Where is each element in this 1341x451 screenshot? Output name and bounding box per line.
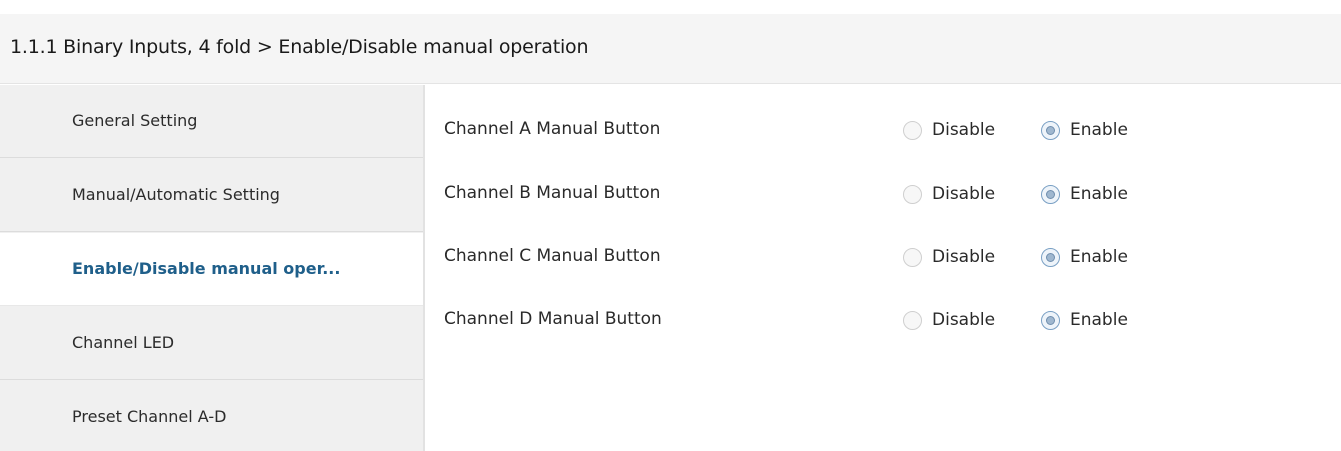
sidebar-item-preset-channel[interactable]: Preset Channel A-D (0, 381, 423, 451)
radio-unchecked-icon[interactable] (903, 311, 922, 330)
sidebar-item-label: Channel LED (72, 333, 175, 352)
parameter-row-channel-c: Channel C Manual Button Disable Enable (425, 236, 1341, 276)
parameter-label: Channel A Manual Button (444, 119, 661, 139)
parameter-row-channel-b: Channel B Manual Button Disable Enable (425, 173, 1341, 213)
radio-checked-icon[interactable] (1041, 185, 1060, 204)
radio-label: Enable (1070, 120, 1128, 140)
sidebar-item-channel-led[interactable]: Channel LED (0, 307, 423, 380)
sidebar-item-label: Enable/Disable manual oper... (72, 259, 341, 278)
sidebar-item-label: Manual/Automatic Setting (72, 185, 280, 204)
sidebar: General Setting Manual/Automatic Setting… (0, 85, 425, 451)
radio-checked-icon[interactable] (1041, 311, 1060, 330)
page-title: 1.1.1 Binary Inputs, 4 fold > Enable/Dis… (10, 36, 589, 58)
radio-label: Disable (932, 310, 996, 330)
radio-label: Enable (1070, 310, 1128, 330)
radio-unchecked-icon[interactable] (903, 248, 922, 267)
parameter-row-channel-d: Channel D Manual Button Disable Enable (425, 299, 1341, 339)
parameter-label: Channel B Manual Button (444, 183, 661, 203)
radio-label: Enable (1070, 184, 1128, 204)
radio-checked-icon[interactable] (1041, 248, 1060, 267)
radio-label: Disable (932, 247, 996, 267)
header-bar: 1.1.1 Binary Inputs, 4 fold > Enable/Dis… (0, 14, 1341, 84)
parameter-row-channel-a: Channel A Manual Button Disable Enable (425, 109, 1341, 149)
sidebar-item-label: General Setting (72, 111, 198, 130)
radio-checked-icon[interactable] (1041, 121, 1060, 140)
sidebar-item-label: Preset Channel A-D (72, 407, 227, 426)
sidebar-item-enable-disable-manual-operation[interactable]: Enable/Disable manual oper... (0, 233, 425, 306)
radio-label: Disable (932, 120, 996, 140)
radio-unchecked-icon[interactable] (903, 185, 922, 204)
radio-label: Enable (1070, 247, 1128, 267)
sidebar-item-general-setting[interactable]: General Setting (0, 85, 423, 158)
sidebar-item-manual-automatic-setting[interactable]: Manual/Automatic Setting (0, 159, 423, 232)
parameter-panel: Channel A Manual Button Disable Enable C… (425, 85, 1341, 451)
radio-label: Disable (932, 184, 996, 204)
radio-unchecked-icon[interactable] (903, 121, 922, 140)
parameter-label: Channel C Manual Button (444, 246, 661, 266)
parameter-window: 1.1.1 Binary Inputs, 4 fold > Enable/Dis… (0, 0, 1341, 451)
parameter-label: Channel D Manual Button (444, 309, 662, 329)
